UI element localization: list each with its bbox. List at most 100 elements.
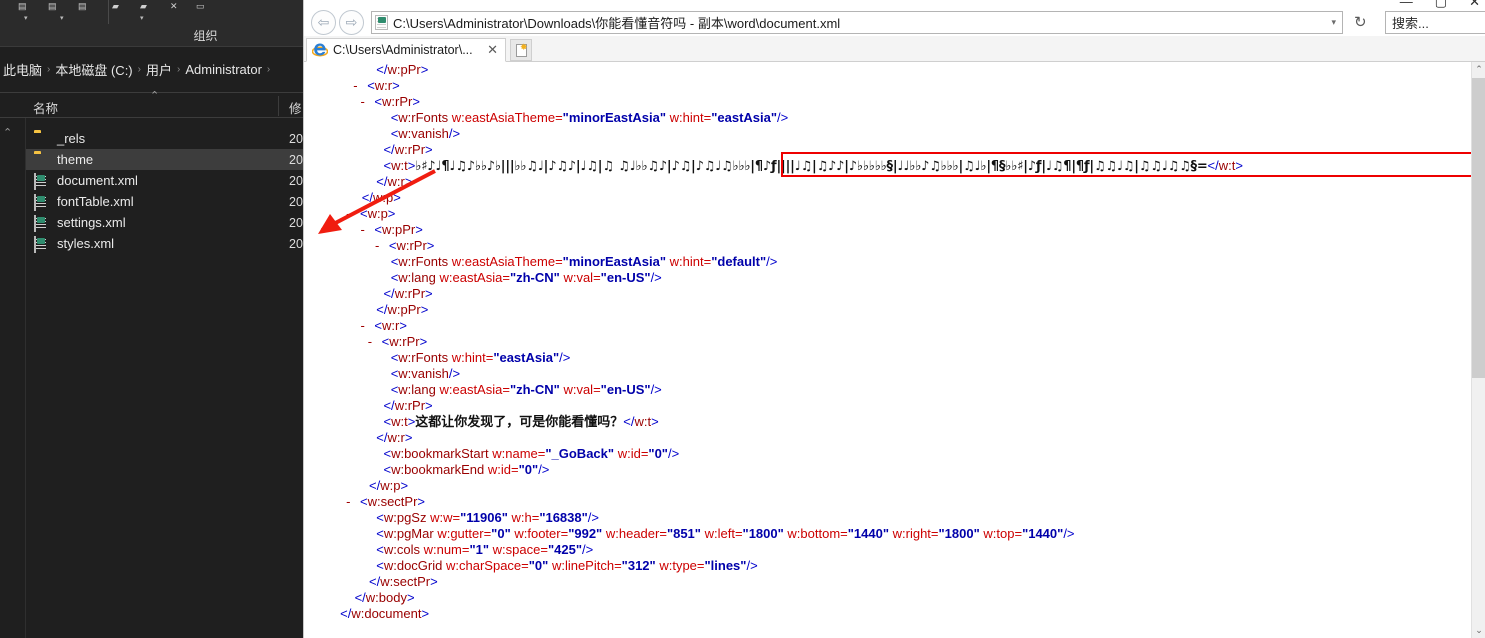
xml-attribute-name: w:name	[492, 446, 538, 461]
xml-line: </w:rPr>	[383, 398, 433, 413]
xml-tag-name: w:docGrid	[383, 558, 443, 573]
file-name: fontTable.xml	[57, 194, 134, 209]
breadcrumb-item-this-pc[interactable]: 此电脑	[0, 60, 45, 79]
refresh-button[interactable]: ↻	[1354, 13, 1367, 31]
xml-line: </w:pPr>	[376, 62, 429, 77]
ribbon-caret-icon-2[interactable]: ▾	[24, 14, 28, 22]
breadcrumb-item-local-disk[interactable]: 本地磁盘 (C:)	[52, 60, 135, 79]
breadcrumb-separator-icon: ›	[47, 64, 51, 75]
tab-document-xml[interactable]: C:\Users\Administrator\... ✕	[306, 38, 506, 62]
ribbon-caret-icon-3[interactable]: ▾	[60, 14, 64, 22]
ribbon-move-to-icon[interactable]: ▰	[112, 2, 119, 11]
xml-tag-name: w:p	[380, 478, 401, 493]
xml-attribute-name: w:right	[892, 526, 931, 541]
file-list[interactable]: _rels 20 theme 20 document.xml 20 fontTable.xm…	[26, 128, 303, 254]
breadcrumb[interactable]: 此电脑 › 本地磁盘 (C:) › 用户 › Administrator ›	[0, 57, 303, 82]
xml-attribute-name: w:charSpace	[446, 558, 522, 573]
xml-tag-name: w:vanish	[398, 126, 449, 141]
xml-tag-name: w:rPr	[394, 286, 426, 301]
internet-explorer-window: — ▢ ✕ ⇦ ⇨ C:\Users\Administrator\Downloa…	[303, 0, 1485, 638]
vertical-scrollbar[interactable]: ⌃ ⌄	[1471, 62, 1485, 638]
ribbon-clipboard-icon[interactable]: ▤	[18, 2, 27, 11]
xml-tag-name: w:t	[391, 414, 408, 429]
xml-tag-name: w:rFonts	[398, 254, 449, 269]
breadcrumb-separator-icon-3: ›	[177, 64, 181, 75]
xml-attribute-name: w:h	[511, 510, 532, 525]
close-button[interactable]: ✕	[1469, 0, 1480, 8]
maximize-button[interactable]: ▢	[1435, 0, 1447, 8]
breadcrumb-item-administrator[interactable]: Administrator	[182, 62, 265, 77]
file-list-item[interactable]: document.xml 20	[26, 170, 303, 191]
ribbon-caret-icon[interactable]: ▾	[140, 14, 144, 22]
address-dropdown-icon[interactable]: ▾	[1325, 17, 1342, 28]
xml-attribute-value: "lines"	[704, 558, 747, 573]
ribbon-rename-icon[interactable]: ▭	[196, 2, 205, 11]
window-controls[interactable]: — ▢ ✕	[1340, 0, 1480, 8]
search-input[interactable]: 搜索...	[1386, 13, 1485, 32]
minimize-button[interactable]: —	[1400, 0, 1413, 8]
xml-line: <w:lang w:eastAsia="zh-CN" w:val="en-US"…	[390, 270, 662, 285]
xml-chinese-text: 这都让你发现了，可是你能看懂吗？	[415, 414, 624, 429]
xml-collapse-toggle[interactable]: -	[358, 94, 367, 110]
xml-document-icon	[375, 15, 388, 30]
column-divider[interactable]	[278, 96, 279, 116]
xml-attribute-name: w:w	[430, 510, 453, 525]
breadcrumb-item-users[interactable]: 用户	[143, 60, 175, 79]
xml-attribute-value: "_GoBack"	[545, 446, 615, 461]
xml-attribute-value: "992"	[568, 526, 603, 541]
address-bar[interactable]: C:\Users\Administrator\Downloads\你能看懂音符吗…	[371, 11, 1343, 34]
chevron-left-icon[interactable]: ⌃	[3, 126, 12, 139]
search-box[interactable]: 搜索... 🔍 ▾	[1385, 11, 1485, 34]
xml-line: - <w:r>	[304, 318, 1472, 334]
xml-attribute-name: w:eastAsiaTheme	[451, 110, 556, 125]
xml-line: <w:vanish/>	[390, 126, 461, 141]
ribbon-copy-icon[interactable]: ▤	[48, 2, 57, 11]
back-button[interactable]: ⇦	[311, 10, 336, 35]
xml-tag-name: w:r	[382, 318, 400, 333]
xml-attribute-value: "en-US"	[600, 382, 651, 397]
xml-tag-name: w:r	[374, 78, 393, 93]
xml-line: <w:lang w:eastAsia="zh-CN" w:val="en-US"…	[390, 382, 662, 397]
xml-line: <w:rFonts w:eastAsiaTheme="minorEastAsia…	[390, 110, 789, 125]
scroll-down-arrow-icon[interactable]: ⌄	[1472, 623, 1485, 638]
ribbon-copy-to-icon[interactable]: ▰	[140, 2, 147, 11]
sort-ascending-icon: ⌃	[150, 90, 160, 102]
xml-line: <w:rFonts w:eastAsiaTheme="minorEastAsia…	[390, 254, 778, 269]
xml-collapse-toggle[interactable]: -	[351, 78, 360, 94]
ribbon-delete-icon[interactable]: ✕	[170, 2, 178, 11]
address-bar-value[interactable]: C:\Users\Administrator\Downloads\你能看懂音符吗…	[393, 13, 1325, 32]
file-list-item[interactable]: theme 20	[26, 149, 303, 170]
xml-file-icon	[34, 172, 50, 190]
xml-line: <w:cols w:num="1" w:space="425"/>	[376, 542, 594, 557]
tab-title: C:\Users\Administrator\...	[333, 43, 473, 57]
scroll-up-arrow-icon[interactable]: ⌃	[1472, 62, 1485, 77]
file-list-item[interactable]: settings.xml 20	[26, 212, 303, 233]
new-tab-button[interactable]: ✸	[510, 39, 532, 61]
xml-attribute-name: w:header	[605, 526, 660, 541]
xml-attribute-name: w:eastAsiaTheme	[451, 254, 556, 269]
ribbon-paste-icon[interactable]: ▤	[78, 2, 87, 11]
column-header-name[interactable]: 名称	[33, 98, 58, 117]
xml-attribute-name: w:num	[423, 542, 462, 557]
scrollbar-thumb[interactable]	[1472, 78, 1485, 378]
xml-attribute-name: w:eastAsia	[439, 270, 503, 285]
xml-attribute-value: "default"	[711, 254, 767, 269]
xml-collapse-toggle[interactable]: -	[344, 494, 353, 510]
xml-attribute-value: "0"	[528, 558, 549, 573]
xml-file-icon-glyph	[34, 214, 36, 232]
xml-collapse-toggle[interactable]: -	[365, 334, 374, 350]
xml-attribute-name: w:eastAsia	[439, 382, 503, 397]
xml-tag-name: w:r	[387, 430, 405, 445]
file-list-item[interactable]: fontTable.xml 20	[26, 191, 303, 212]
column-header-modified[interactable]: 修	[289, 98, 302, 117]
forward-button[interactable]: ⇨	[339, 10, 364, 35]
xml-collapse-toggle[interactable]: -	[358, 318, 367, 334]
close-icon[interactable]: ✕	[480, 42, 505, 58]
file-list-item[interactable]: styles.xml 20	[26, 233, 303, 254]
xml-attribute-name: w:linePitch	[551, 558, 615, 573]
xml-tag-name: w:pPr	[387, 62, 421, 77]
xml-line: - <w:rPr>	[304, 334, 1472, 350]
file-list-item[interactable]: _rels 20	[26, 128, 303, 149]
xml-attribute-value: "0"	[518, 462, 539, 477]
ribbon-group-label: 组织	[193, 29, 218, 43]
